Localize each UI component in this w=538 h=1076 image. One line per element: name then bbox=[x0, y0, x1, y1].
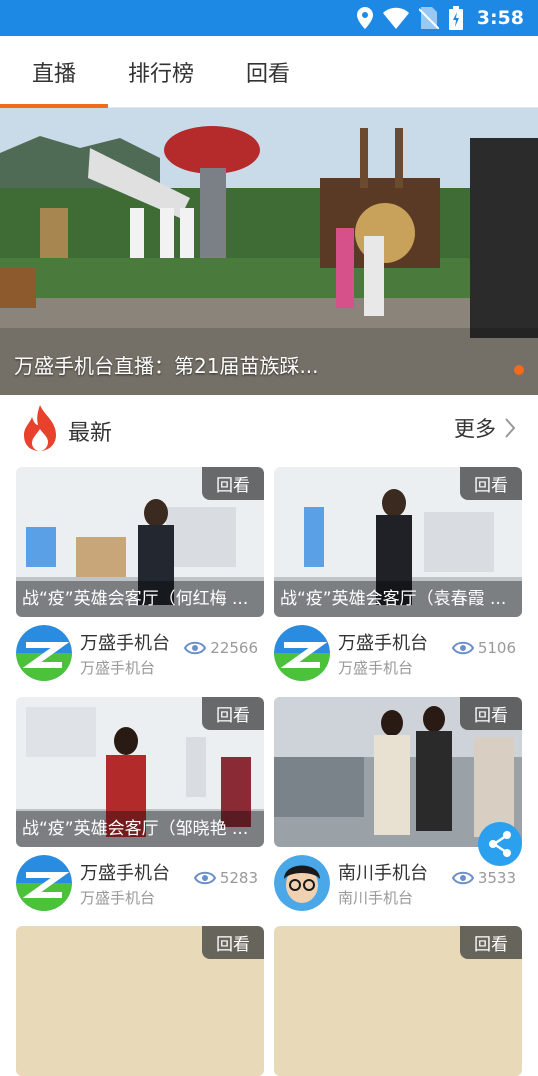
video-meta: 万盛手机台 万盛手机台 22566 bbox=[16, 617, 264, 695]
channel-name: 万盛手机台 bbox=[338, 633, 428, 654]
channel-name: 万盛手机台 bbox=[80, 633, 170, 654]
channel-name: 万盛手机台 bbox=[80, 863, 170, 884]
eye-icon bbox=[184, 641, 207, 655]
status-bar: 3:58 bbox=[0, 0, 538, 36]
battery-icon bbox=[448, 6, 463, 30]
more-label: 更多 bbox=[454, 417, 496, 441]
fire-icon bbox=[24, 405, 56, 451]
video-thumbnail[interactable]: 回看 战“疫”英雄会客厅（何红梅 ... bbox=[16, 467, 264, 617]
clock: 3:58 bbox=[476, 7, 524, 29]
video-title: 战“疫”英雄会客厅（邹晓艳 ... bbox=[16, 811, 264, 847]
share-button[interactable] bbox=[478, 822, 522, 866]
location-icon bbox=[356, 7, 373, 29]
video-card[interactable]: 回看 战“疫”英雄会客厅（袁春霞 ... 万盛手机台 万盛手机台 5106 bbox=[274, 467, 522, 695]
video-card[interactable]: 回看 bbox=[274, 926, 522, 1076]
tab-replay[interactable]: 回看 bbox=[246, 56, 290, 88]
video-thumbnail[interactable]: 回看 bbox=[16, 926, 264, 1076]
eye-icon bbox=[193, 871, 216, 885]
tab-live[interactable]: 直播 bbox=[32, 56, 76, 88]
replay-badge: 回看 bbox=[460, 697, 522, 730]
section-title: 最新 bbox=[68, 421, 113, 446]
video-meta: 万盛手机台 万盛手机台 5283 bbox=[16, 847, 264, 925]
avatar bbox=[274, 855, 330, 911]
video-title: 战“疫”英雄会客厅（袁春霞 ... bbox=[274, 581, 522, 617]
tab-bar: 直播 排行榜 回看 bbox=[0, 36, 538, 108]
avatar bbox=[274, 625, 330, 681]
video-thumbnail[interactable]: 回看 战“疫”英雄会客厅（邹晓艳 ... bbox=[16, 697, 264, 847]
channel-source: 万盛手机台 bbox=[80, 889, 156, 907]
banner-caption: 万盛手机台直播：第21届苗族踩... bbox=[14, 354, 319, 378]
video-meta: 万盛手机台 万盛手机台 5106 bbox=[274, 617, 522, 695]
video-card[interactable]: 回看 bbox=[16, 926, 264, 1076]
view-count-value: 5106 bbox=[477, 639, 516, 657]
view-count: 22566 bbox=[184, 639, 258, 657]
video-card[interactable]: 回看 战“疫”英雄会客厅（邹晓艳 ... 万盛手机台 万盛手机台 5283 bbox=[16, 697, 264, 925]
latest-section-header: 最新 更多 bbox=[0, 395, 538, 461]
replay-badge: 回看 bbox=[202, 926, 264, 959]
eye-icon bbox=[451, 641, 474, 655]
live-banner[interactable]: 万盛手机台直播：第21届苗族踩... bbox=[0, 108, 538, 395]
replay-badge: 回看 bbox=[202, 467, 264, 500]
no-sim-icon bbox=[418, 7, 439, 29]
channel-source: 万盛手机台 bbox=[80, 659, 156, 677]
view-count: 5283 bbox=[193, 869, 258, 887]
view-count: 3533 bbox=[451, 869, 516, 887]
replay-badge: 回看 bbox=[460, 926, 522, 959]
replay-badge: 回看 bbox=[202, 697, 264, 730]
replay-badge: 回看 bbox=[460, 467, 522, 500]
channel-source: 万盛手机台 bbox=[338, 659, 414, 677]
avatar bbox=[16, 855, 72, 911]
view-count: 5106 bbox=[451, 639, 516, 657]
tab-ranking[interactable]: 排行榜 bbox=[128, 56, 194, 88]
channel-name: 南川手机台 bbox=[338, 863, 428, 884]
more-button[interactable]: 更多 bbox=[454, 413, 516, 443]
view-count-value: 22566 bbox=[210, 639, 258, 657]
carousel-indicator bbox=[514, 365, 524, 375]
chevron-right-icon bbox=[505, 418, 516, 438]
video-card[interactable]: 回看 南川手机台 南川手机台 3533 bbox=[274, 697, 522, 925]
channel-source: 南川手机台 bbox=[338, 889, 414, 907]
eye-icon bbox=[451, 871, 474, 885]
view-count-value: 3533 bbox=[477, 869, 516, 887]
video-card[interactable]: 回看 战“疫”英雄会客厅（何红梅 ... 万盛手机台 万盛手机台 22566 bbox=[16, 467, 264, 695]
video-thumbnail[interactable]: 回看 战“疫”英雄会客厅（袁春霞 ... bbox=[274, 467, 522, 617]
view-count-value: 5283 bbox=[219, 869, 258, 887]
share-icon bbox=[489, 831, 511, 857]
video-title: 战“疫”英雄会客厅（何红梅 ... bbox=[16, 581, 264, 617]
wifi-icon bbox=[382, 7, 409, 29]
avatar bbox=[16, 625, 72, 681]
video-thumbnail[interactable]: 回看 bbox=[274, 926, 522, 1076]
